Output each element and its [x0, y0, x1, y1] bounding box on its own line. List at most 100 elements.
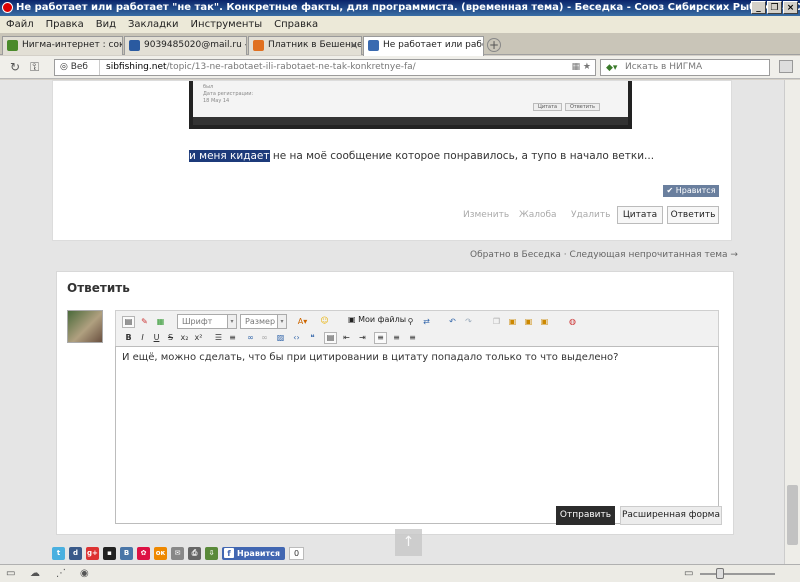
subscript-icon[interactable]: x₂ [178, 332, 191, 344]
align-right-icon[interactable]: ≡ [406, 332, 419, 344]
close-button[interactable]: × [783, 1, 798, 14]
tab-active-topic[interactable]: Не работает или работ... [363, 36, 484, 56]
reply-button[interactable]: Ответить [667, 206, 719, 224]
vertical-scrollbar[interactable] [784, 80, 800, 564]
delicious-icon[interactable]: ▪ [103, 546, 116, 560]
align-left-icon[interactable]: ≡ [374, 332, 387, 344]
cut-icon[interactable]: ❐ [490, 316, 503, 328]
browser-menu-icon[interactable] [779, 60, 793, 73]
eraser-icon[interactable]: ✎ [138, 316, 151, 328]
redo-icon[interactable]: ↷ [462, 316, 475, 328]
send-button[interactable]: Отправить [556, 506, 615, 525]
menu-tools[interactable]: Инструменты [191, 16, 263, 33]
minimize-button[interactable]: _ [751, 1, 766, 14]
download-icon[interactable]: ⇩ [205, 546, 218, 560]
indent-icon[interactable]: ⇥ [356, 332, 369, 344]
align-center-icon[interactable]: ≡ [390, 332, 403, 344]
paste-icon[interactable]: ▣ [506, 316, 519, 328]
odnoklassniki-icon[interactable]: ок [154, 546, 167, 560]
vk-icon[interactable]: B [120, 546, 133, 560]
zoom-slider-thumb[interactable] [716, 568, 724, 579]
editor-area[interactable]: И ещё, можно сделать, что бы при цитиров… [115, 346, 719, 524]
font-select[interactable]: Шрифт ▾ [177, 314, 237, 329]
code-icon[interactable]: ‹› [290, 332, 303, 344]
menu-bookmarks[interactable]: Закладки [128, 16, 179, 33]
view-icon[interactable]: ▭ [684, 568, 693, 579]
unlink-icon[interactable]: ∞ [258, 332, 271, 344]
screenshot-statusbar [193, 117, 628, 125]
menu-help[interactable]: Справка [274, 16, 318, 33]
tab-close-icon[interactable]: × [350, 37, 358, 54]
tab-label: Нигма-интернет : союз ... [22, 40, 122, 50]
source-icon[interactable]: ▤ [122, 316, 135, 328]
bold-icon[interactable]: B [122, 332, 135, 344]
search-field[interactable]: ◆▾ Искать в НИГМА [600, 59, 770, 76]
share-icon[interactable]: ⋰ [56, 568, 66, 579]
menu-bar: Файл Правка Вид Закладки Инструменты Спр… [0, 16, 800, 33]
tab-nigma[interactable]: Нигма-интернет : союз ... [2, 36, 123, 55]
quote-icon[interactable]: ❝ [306, 332, 319, 344]
search-placeholder: Искать в НИГМА [625, 62, 703, 72]
underline-icon[interactable]: U [150, 332, 163, 344]
address-field[interactable]: ◎ Веб sibfishing.net/topic/13-ne-rabotaet… [54, 59, 596, 76]
url-domain: sibfishing.net [106, 62, 167, 72]
digg-icon[interactable]: d [69, 546, 82, 560]
size-select[interactable]: Размер ▾ [240, 314, 287, 329]
italic-icon[interactable]: I [136, 332, 149, 344]
link-icon[interactable]: ∞ [244, 332, 257, 344]
extended-form-button[interactable]: Расширенная форма [620, 506, 722, 525]
tab-platnik[interactable]: Платник в Бешенцево × [248, 36, 362, 55]
edit-link[interactable]: Изменить [463, 210, 509, 220]
menu-view[interactable]: Вид [96, 16, 116, 33]
bullet-list-icon[interactable]: ☰ [212, 332, 225, 344]
scrollbar-thumb[interactable] [787, 485, 798, 545]
email-icon[interactable]: ✉ [171, 546, 184, 560]
screenshot-quote-button: Цитата [533, 103, 563, 111]
image-icon[interactable]: ▨ [274, 332, 287, 344]
zoom-slider[interactable] [700, 573, 775, 575]
thread-navigation[interactable]: Обратно в Беседка · Следующая непрочитан… [470, 250, 738, 260]
superscript-icon[interactable]: x² [192, 332, 205, 344]
tab-mail[interactable]: 9039485020@mail.ru - П... [124, 36, 247, 55]
files-icon: ▣ [348, 315, 359, 324]
reload-icon[interactable]: ↻ [10, 60, 20, 74]
fish-icon [253, 40, 264, 51]
reply-box: Ответить ▤ ✎ ▦ Шрифт ▾ Размер ▾ A▾ ☺ ▣ Мои… [56, 271, 734, 535]
my-files-button[interactable]: ▣ Мои файлы [348, 315, 406, 324]
strikethrough-icon[interactable]: S [164, 332, 177, 344]
menu-file[interactable]: Файл [6, 16, 34, 33]
scroll-to-top-button[interactable]: ↑ [395, 529, 422, 556]
undo-icon[interactable]: ↶ [446, 316, 459, 328]
key-icon[interactable]: ⚿ [30, 60, 39, 75]
outdent-icon[interactable]: ⇤ [340, 332, 353, 344]
paste-text-icon[interactable]: ▣ [522, 316, 535, 328]
smiley-icon[interactable]: ☺ [318, 315, 331, 327]
facebook-like-button[interactable]: f Нравится [222, 546, 286, 560]
table-icon[interactable]: ▦ [154, 316, 167, 328]
status-bar: ▭ ☁ ⋰ ◉ ▭ [0, 564, 800, 582]
replace-icon[interactable]: ⇄ [420, 316, 433, 328]
twitter-icon[interactable]: t [52, 546, 65, 560]
paste-word-icon[interactable]: ▣ [538, 316, 551, 328]
like-badge[interactable]: ✔ Нравится [663, 185, 719, 197]
spellcheck-icon[interactable]: ◍ [566, 316, 579, 328]
bookmark-star-icon[interactable]: ▦ ★ [572, 60, 591, 75]
binoculars-icon[interactable]: ⚲ [404, 316, 417, 328]
spoiler-icon[interactable]: ▤ [324, 332, 337, 344]
new-tab-button[interactable]: + [487, 38, 501, 52]
google-plus-icon[interactable]: g+ [86, 546, 99, 560]
numbered-list-icon[interactable]: ≡ [226, 332, 239, 344]
menu-edit[interactable]: Правка [46, 16, 84, 33]
url-path: /topic/13-ne-rabotaet-ili-rabotaet-ne-ta… [166, 62, 416, 72]
report-link[interactable]: Жалоба [519, 210, 557, 220]
sync-icon[interactable]: ◉ [80, 568, 89, 579]
text-color-icon[interactable]: A▾ [296, 316, 309, 328]
panel-toggle-icon[interactable]: ▭ [6, 568, 15, 579]
bookmark-icon[interactable]: ✿ [137, 546, 150, 560]
print-icon[interactable]: ⎙ [188, 546, 201, 560]
restore-button[interactable]: ❐ [767, 1, 782, 14]
quote-button[interactable]: Цитата [617, 206, 663, 224]
avatar [67, 310, 103, 343]
delete-link[interactable]: Удалить [571, 210, 610, 220]
cloud-icon[interactable]: ☁ [30, 568, 40, 579]
